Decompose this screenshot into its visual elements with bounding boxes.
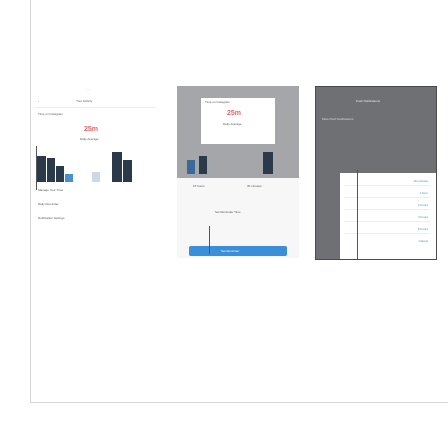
chart-bar: [92, 172, 100, 182]
set-reminder-label: Set Reminder: [221, 249, 240, 253]
option-label: 2 hours: [417, 203, 428, 207]
notification-settings-row[interactable]: Notification Settings: [38, 216, 65, 220]
chart-bar: [199, 156, 207, 174]
daily-average-label: Daily Average: [223, 122, 242, 126]
daily-average-value: 25m: [227, 110, 242, 117]
picker-minutes[interactable]: 30 minutes: [247, 184, 262, 188]
mute-row[interactable]: Mute Push Notifications: [322, 117, 354, 121]
notifications-screen: Push Notifications Mute Push Notificatio…: [315, 86, 437, 260]
activity-screen: ····· ‹ Your Activity Time on Instagram …: [34, 86, 156, 256]
chart-bar: [187, 160, 195, 174]
dimmed-header: Your Activity Time on Instagram 25m Dail…: [177, 86, 299, 178]
option-label: 4 hours: [417, 215, 428, 219]
connector-line: [209, 226, 210, 254]
status-bar: ·····: [34, 86, 156, 94]
chart-bar: [65, 174, 73, 182]
chart-bar: [112, 152, 122, 182]
chart-bar: [56, 166, 64, 182]
back-icon[interactable]: ‹: [38, 99, 39, 103]
connector-line: [36, 146, 37, 190]
daily-average-value: 25m: [84, 126, 99, 133]
option-label: 1 hour: [419, 191, 428, 195]
daily-reminder-row[interactable]: Daily Reminder: [38, 202, 59, 206]
reminder-screen: Your Activity Time on Instagram 25m Dail…: [177, 86, 299, 258]
cancel-label: Cancel: [418, 239, 428, 243]
mute-sheet: 15 minutes 1 hour 2 hours 4 hours 8 hour…: [340, 173, 436, 259]
chart-bar: [47, 158, 55, 182]
option-label: 15 minutes: [413, 179, 428, 183]
set-reminder-button[interactable]: Set Reminder: [189, 246, 287, 256]
chart-bar: [123, 160, 132, 182]
picker-label: Set Reminder Time: [215, 210, 241, 214]
status-time: ·····: [86, 87, 91, 91]
picker-hours[interactable]: 15 hours: [193, 184, 205, 188]
nav-title: Your Activity: [76, 99, 93, 103]
daily-average-label: Daily Average: [80, 137, 99, 141]
option-label: 8 hours: [417, 227, 428, 231]
connector-line: [357, 170, 358, 260]
usage-chart: [34, 146, 156, 182]
nav-bar: ‹ Your Activity: [34, 95, 156, 108]
summary-card: Time on Instagram 25m Daily Average: [201, 98, 275, 144]
nav-title: Push Notifications: [356, 99, 381, 103]
section-label: Time on Instagram: [38, 112, 63, 116]
section-label: Time on Instagram: [205, 100, 230, 104]
manage-time-heading: Manage Your Time: [38, 188, 64, 192]
chart-bar: [263, 152, 273, 174]
chart-bar: [36, 156, 46, 182]
